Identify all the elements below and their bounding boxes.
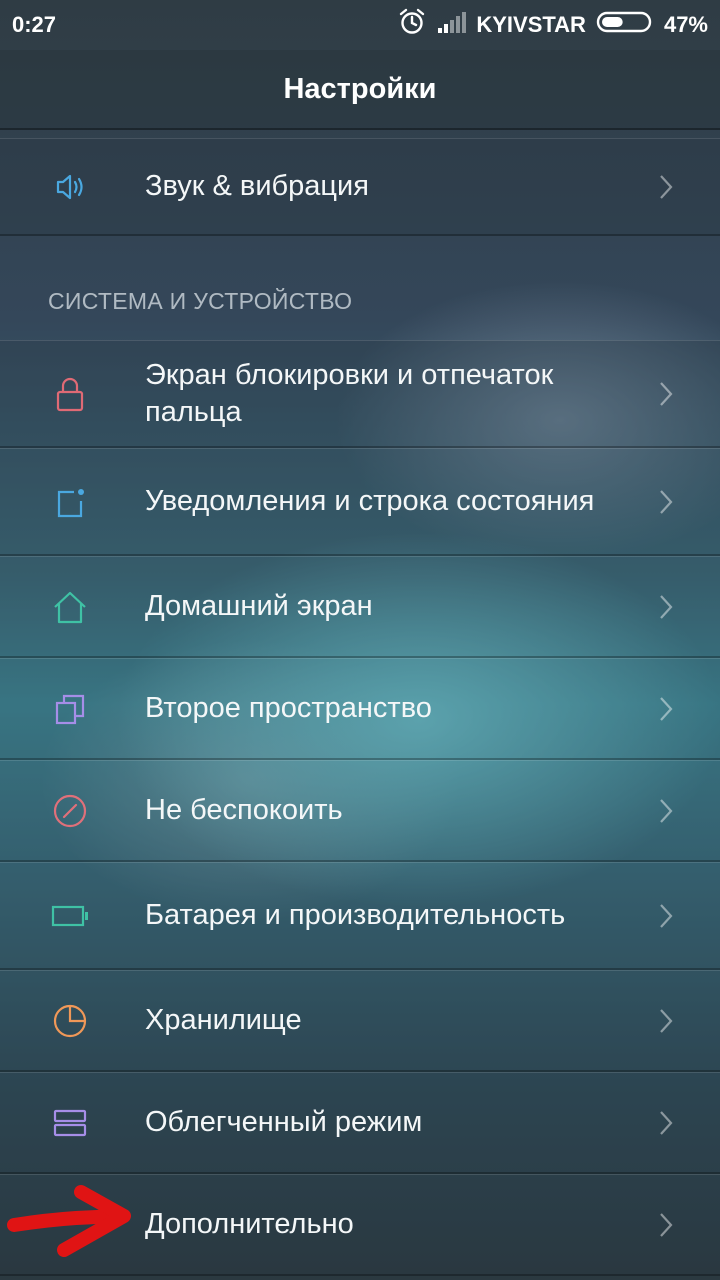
battery-icon xyxy=(596,10,654,40)
battery-icon xyxy=(50,896,90,936)
page-title: Настройки xyxy=(283,72,437,105)
settings-item-label: Дополнительно xyxy=(145,1208,354,1240)
chevron-right-icon xyxy=(660,1110,673,1135)
settings-item-label: Второе пространство xyxy=(145,692,432,724)
chevron-right-icon xyxy=(660,381,673,406)
speaker-icon xyxy=(50,167,90,207)
settings-item-label: Хранилище xyxy=(145,1004,302,1036)
lite-mode-icon xyxy=(50,1103,90,1143)
second-space-icon xyxy=(50,689,90,729)
settings-item-label: Батарея и производительность xyxy=(145,899,566,931)
settings-item-label: Уведомления и строка состояния xyxy=(145,485,595,517)
carrier-name: KYIVSTAR xyxy=(476,12,586,37)
settings-item-lite-mode[interactable]: Облегченный режим xyxy=(0,1072,720,1174)
alarm-icon xyxy=(398,8,426,42)
chevron-right-icon xyxy=(660,174,673,199)
settings-item-second-space[interactable]: Второе пространство xyxy=(0,658,720,760)
status-right: KYIVSTAR 47% xyxy=(398,8,708,42)
settings-item-label: Звук & вибрация xyxy=(145,170,369,202)
settings-item-battery[interactable]: Батарея и производительность xyxy=(0,862,720,970)
storage-icon xyxy=(50,1001,90,1041)
red-arrow-annotation xyxy=(7,1185,131,1257)
chevron-right-icon xyxy=(660,1008,673,1033)
status-time: 0:27 xyxy=(12,12,57,37)
chevron-right-icon xyxy=(660,798,673,823)
title-bar: Настройки xyxy=(0,50,720,130)
chevron-right-icon xyxy=(660,489,673,514)
settings-item-label: Домашний экран xyxy=(145,590,373,622)
chevron-right-icon xyxy=(660,594,673,619)
battery-percent: 47% xyxy=(663,12,708,37)
settings-item-notifications[interactable]: Уведомления и строка состояния xyxy=(0,448,720,556)
notification-icon xyxy=(50,482,90,522)
settings-item-sound[interactable]: Звук & вибрация xyxy=(0,138,720,236)
settings-item-label: Облегченный режим xyxy=(145,1106,423,1138)
home-icon xyxy=(50,587,90,627)
lock-icon xyxy=(50,374,90,414)
settings-item-home-screen[interactable]: Домашний экран xyxy=(0,556,720,658)
settings-item-lock-screen[interactable]: Экран блокировки и отпечаток пальца xyxy=(0,340,720,448)
chevron-right-icon xyxy=(660,1212,673,1237)
chevron-right-icon xyxy=(660,903,673,928)
chevron-right-icon xyxy=(660,696,673,721)
status-bar: 0:27 KYIVSTAR 47% xyxy=(0,0,720,50)
settings-item-storage[interactable]: Хранилище xyxy=(0,970,720,1072)
do-not-disturb-icon xyxy=(50,791,90,831)
settings-item-label: Экран блокировки и отпечаток пальца xyxy=(145,358,554,428)
settings-item-label: Не беспокоить xyxy=(145,794,343,826)
settings-item-do-not-disturb[interactable]: Не беспокоить xyxy=(0,760,720,862)
section-header: СИСТЕМА И УСТРОЙСТВО xyxy=(48,288,353,314)
signal-icon xyxy=(436,10,467,40)
